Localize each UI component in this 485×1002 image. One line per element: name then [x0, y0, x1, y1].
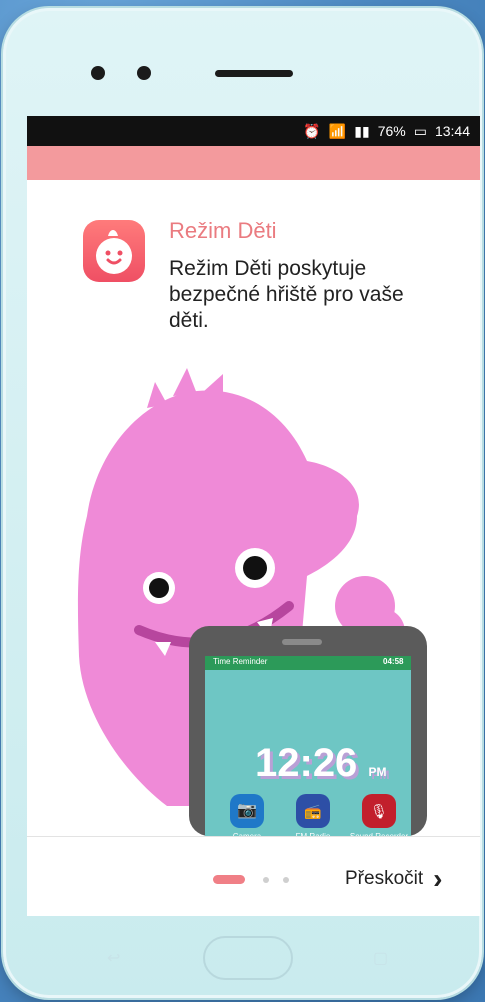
battery-icon: ▭	[413, 123, 427, 139]
camera-icon: 📷	[230, 794, 264, 828]
signal-icon: ▮▮	[354, 123, 370, 139]
status-time: 13:44	[434, 123, 470, 139]
clock-time: 12:26	[255, 741, 358, 785]
skip-button[interactable]: Přeskočit ›	[345, 865, 442, 893]
earpiece	[215, 70, 293, 77]
page-title: Režim Děti	[169, 218, 277, 243]
app-fm-radio[interactable]: 📻 FM Radio	[283, 794, 343, 841]
page-description: Režim Děti poskytuje bezpečné hřiště pro…	[169, 257, 404, 332]
time-reminder-value: 04:58	[383, 657, 404, 666]
page-indicator-dot	[263, 877, 269, 883]
chevron-right-icon: ›	[433, 863, 443, 894]
skip-label: Přeskočit	[345, 868, 424, 889]
status-bar: ⏰ 📶 ▮▮ 76% ▭ 13:44	[27, 116, 480, 146]
phone-frame: ⏰ 📶 ▮▮ 76% ▭ 13:44 Režim Děti Režim Děti…	[3, 8, 482, 998]
front-camera	[91, 66, 105, 80]
app-sound-recorder[interactable]: 🎙 Sound Recorder	[349, 794, 409, 841]
recents-icon[interactable]: ▢	[373, 948, 393, 967]
kids-mode-app-icon	[83, 220, 145, 282]
alarm-icon: ⏰	[303, 123, 321, 139]
back-icon[interactable]: ↩	[107, 948, 127, 967]
bottom-bar: Přeskočit ›	[27, 836, 480, 916]
header-accent-bar	[27, 146, 480, 180]
home-button[interactable]	[203, 936, 293, 980]
microphone-icon: 🎙	[362, 794, 396, 828]
screen: ⏰ 📶 ▮▮ 76% ▭ 13:44 Režim Děti Režim Děti…	[27, 116, 480, 916]
time-reminder-label: Time Reminder	[213, 657, 268, 666]
kids-face-icon	[96, 230, 132, 274]
app-camera[interactable]: 📷 Camera	[217, 794, 277, 841]
radio-icon: 📻	[296, 794, 330, 828]
monster-illustration	[77, 368, 427, 836]
page-indicator-active	[213, 875, 245, 884]
battery-percent: 76%	[377, 123, 406, 139]
front-sensor	[137, 66, 151, 80]
phone-clock: 12:26 PM	[255, 741, 386, 786]
wifi-icon: 📶	[328, 123, 347, 139]
page-indicator-dot	[283, 877, 289, 883]
clock-ampm: PM	[368, 765, 387, 779]
illustration: Time Reminder 04:58 12:26 PM 📷 Camera 📻 …	[27, 356, 480, 841]
